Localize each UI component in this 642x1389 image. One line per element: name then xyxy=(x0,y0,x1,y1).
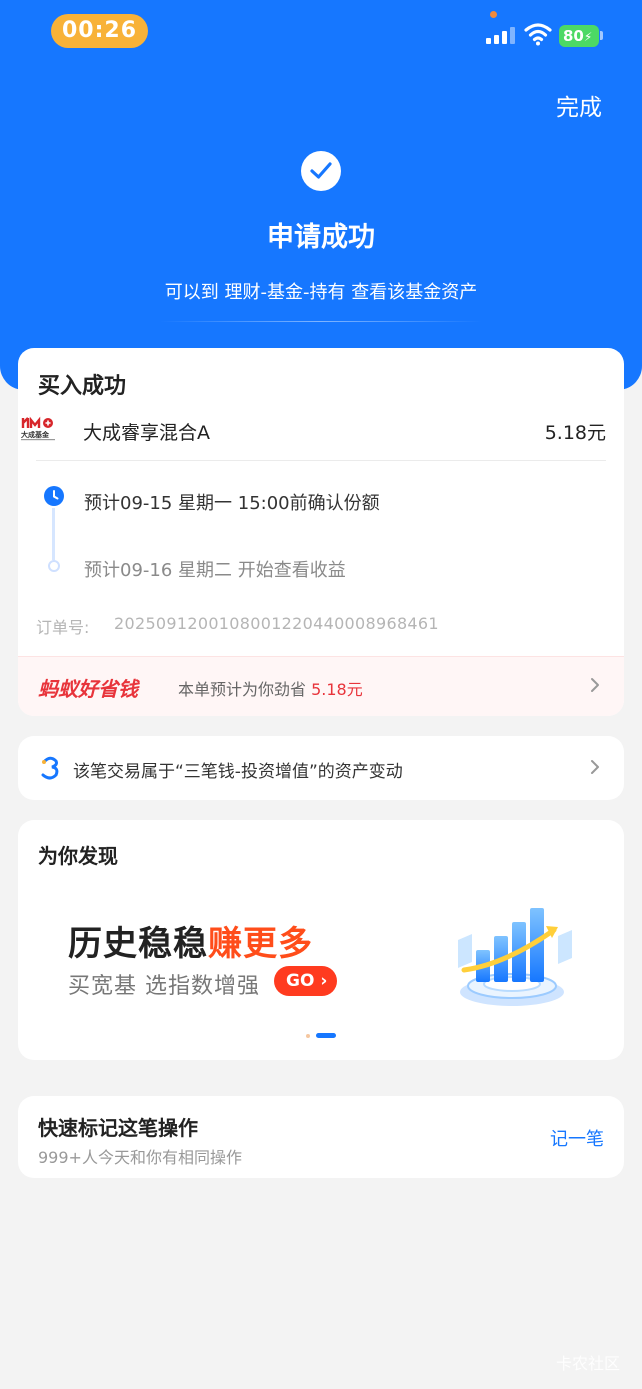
order-number: 2025091200108001220440008968461 xyxy=(114,614,439,633)
savings-banner[interactable]: 蚂蚁好省钱 本单预计为你劲省 5.18元 xyxy=(18,656,624,716)
asset-change-text: 该笔交易属于“三笔钱-投资增值”的资产变动 xyxy=(73,762,403,782)
quick-mark-subtitle: 999+人今天和你有相同操作 xyxy=(38,1148,242,1167)
discover-card: 为你发现 历史稳稳赚更多 买宽基 选指数增强 GO › xyxy=(18,820,624,1060)
quick-mark-title: 快速标记这笔操作 xyxy=(38,1116,198,1140)
svg-text:大成基金: 大成基金 xyxy=(21,430,50,439)
privacy-indicator-dot xyxy=(490,11,497,18)
clock-icon xyxy=(44,486,64,506)
status-bar: 00:26 80⚡ xyxy=(0,0,642,64)
battery-tip xyxy=(600,31,603,40)
success-check-icon xyxy=(301,151,341,191)
chevron-right-icon xyxy=(591,678,599,692)
banner-headline-highlight: 赚更多 xyxy=(208,924,313,964)
purchase-title: 买入成功 xyxy=(38,374,127,399)
banner-headline[interactable]: 历史稳稳赚更多 xyxy=(68,916,313,965)
three-money-icon xyxy=(41,756,59,780)
timeline-step-confirm: 预计09-15 星期一 15:00前确认份额 xyxy=(84,493,380,514)
battery-icon: 80⚡ xyxy=(559,25,599,47)
savings-amount: 5.18元 xyxy=(311,680,363,699)
carousel-dot[interactable] xyxy=(306,1034,310,1038)
growth-chart-illustration xyxy=(458,908,572,1006)
success-title: 申请成功 xyxy=(267,222,375,253)
record-button[interactable]: 记一笔 xyxy=(550,1125,604,1151)
go-button[interactable]: GO › xyxy=(274,966,337,996)
success-subtitle: 可以到 理财-基金-持有 查看该基金资产 xyxy=(164,282,478,303)
purchase-result-card: 买入成功 大成睿享混合A 5.18元 预计09-15 星期一 15:00前确认份… xyxy=(18,348,624,716)
asset-change-card[interactable]: 该笔交易属于“三笔钱-投资增值”的资产变动 xyxy=(18,736,624,800)
header-divider xyxy=(160,321,482,322)
card-divider xyxy=(36,460,606,461)
fund-company-logo: 大成基金 xyxy=(20,416,56,446)
timeline-dot xyxy=(48,560,60,572)
quick-mark-card: 快速标记这笔操作 999+人今天和你有相同操作 记一笔 xyxy=(18,1096,624,1178)
fund-amount: 5.18元 xyxy=(544,422,606,444)
timeline-step-earnings: 预计09-16 星期二 开始查看收益 xyxy=(84,560,346,581)
order-number-label: 订单号: xyxy=(36,618,90,637)
savings-text: 本单预计为你劲省 5.18元 xyxy=(178,680,363,699)
savings-brand: 蚂蚁好省钱 xyxy=(38,677,138,701)
watermark: 卡农社区 xyxy=(555,1354,620,1373)
done-button[interactable]: 完成 xyxy=(556,88,602,122)
status-time: 00:26 xyxy=(51,14,148,48)
chevron-right-icon xyxy=(591,760,599,774)
wifi-icon xyxy=(524,23,552,46)
timeline-line xyxy=(52,508,55,560)
carousel-dot-active[interactable] xyxy=(316,1033,336,1038)
fund-name[interactable]: 大成睿享混合A xyxy=(83,418,210,445)
discover-title: 为你发现 xyxy=(38,844,118,868)
signal-icon xyxy=(486,26,516,44)
banner-subtitle: 买宽基 选指数增强 xyxy=(68,974,260,999)
battery-level: 80 xyxy=(563,27,584,45)
